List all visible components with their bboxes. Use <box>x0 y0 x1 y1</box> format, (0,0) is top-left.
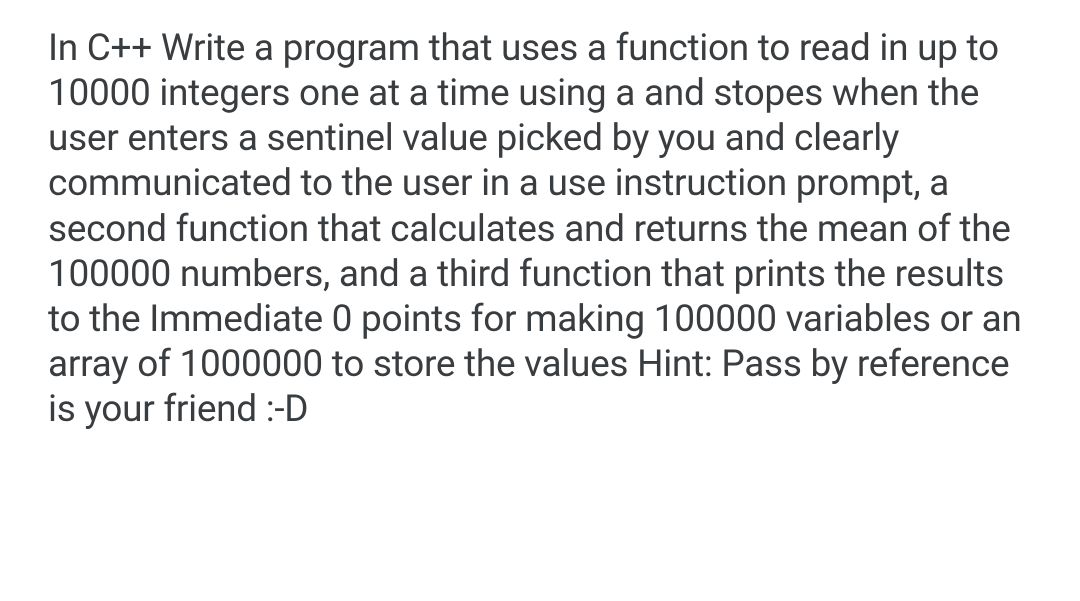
prompt-text: In C++ Write a program that uses a funct… <box>48 26 1032 432</box>
